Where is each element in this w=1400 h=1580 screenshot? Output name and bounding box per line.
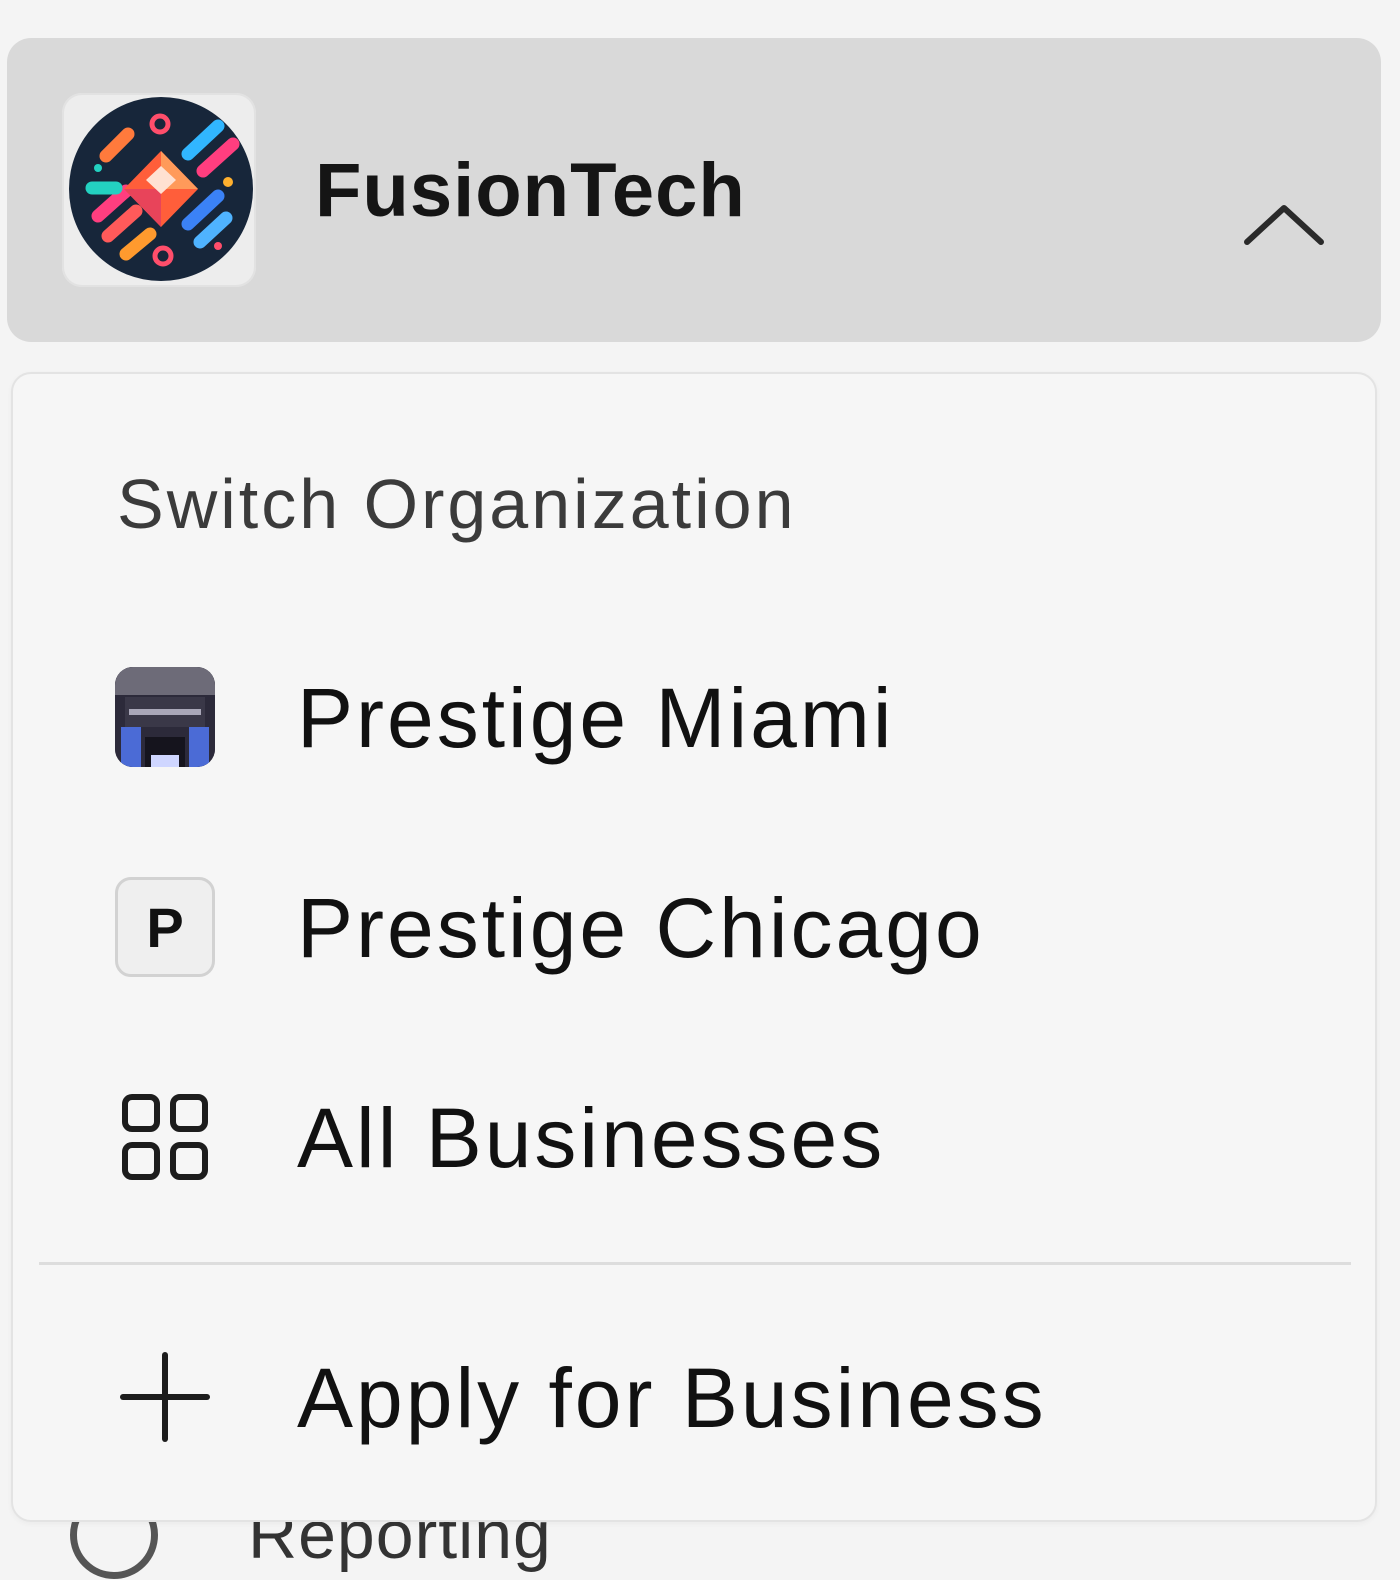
menu-item-prestige-miami[interactable]: Prestige Miami [13,640,1375,790]
org-switcher-button[interactable]: FusionTech [7,38,1381,342]
menu-divider [39,1262,1351,1265]
chevron-up-icon [1244,205,1324,245]
grid-icon [122,1094,208,1180]
letter-avatar-icon: P [115,877,215,977]
menu-item-prestige-chicago[interactable]: P Prestige Chicago [13,850,1375,1000]
current-org-name: FusionTech [315,148,746,233]
apply-for-business-button[interactable]: Apply for Business [13,1320,1375,1470]
menu-item-label: Prestige Chicago [297,881,985,975]
menu-item-all-businesses[interactable]: All Businesses [13,1060,1375,1210]
menu-item-label: Prestige Miami [297,671,895,765]
menu-title: Switch Organization [117,465,797,543]
org-thumbnail-icon [115,667,215,767]
menu-item-label: Apply for Business [297,1351,1047,1445]
org-logo [62,93,256,287]
switch-organization-menu: Switch Organization Prestige Miami P Pre… [11,372,1377,1522]
plus-icon [120,1352,210,1442]
fusiontech-logo-icon [69,97,253,281]
menu-item-label: All Businesses [297,1091,886,1185]
